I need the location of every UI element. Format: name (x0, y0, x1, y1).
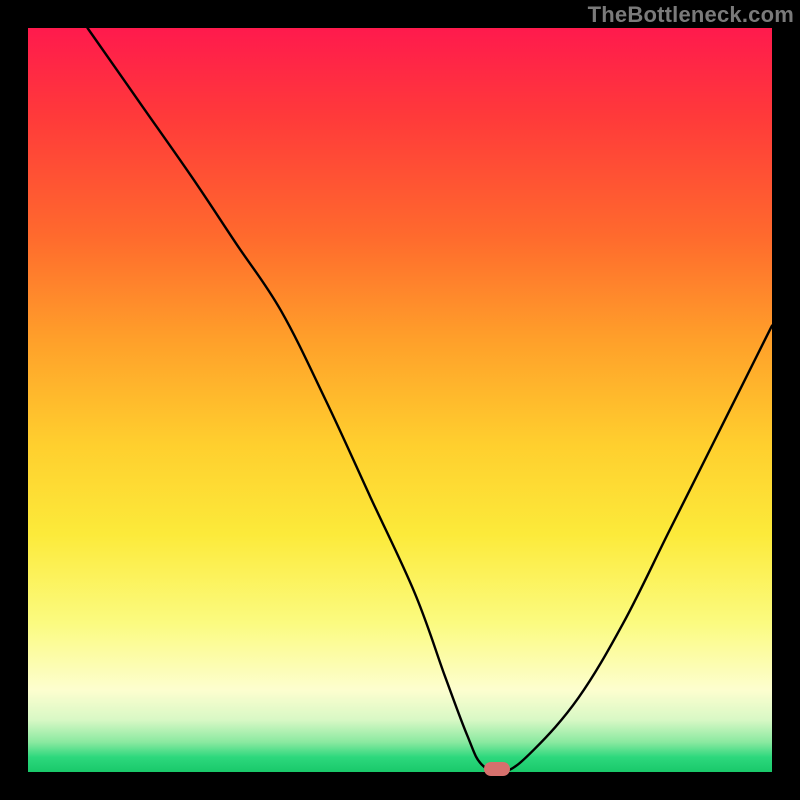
watermark-text: TheBottleneck.com (588, 2, 794, 28)
chart-frame: TheBottleneck.com (0, 0, 800, 800)
optimal-point-marker (484, 762, 510, 776)
bottleneck-curve (28, 28, 772, 772)
